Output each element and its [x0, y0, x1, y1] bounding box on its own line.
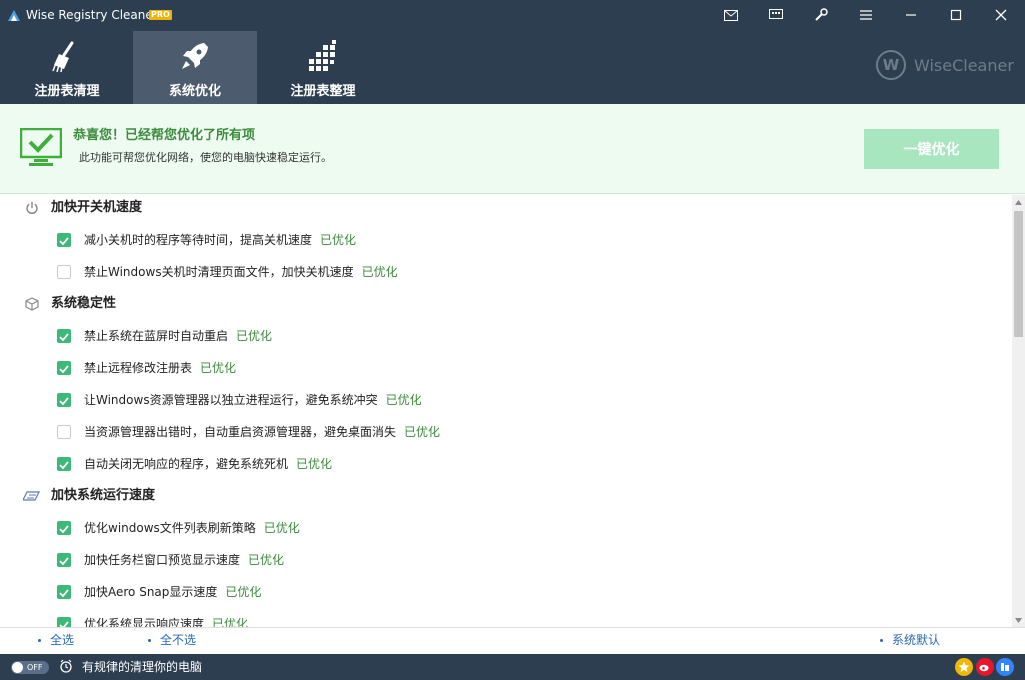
status-banner: 恭喜您！已经帮您优化了所有项 此功能可帮您优化网络，使您的电脑快速稳定运行。 一…	[0, 104, 1025, 194]
list-item[interactable]: 优化系统显示响应速度 已优化	[0, 609, 1012, 627]
list-item[interactable]: 当资源管理器出错时，自动重启资源管理器，避免桌面消失 已优化	[0, 417, 1012, 449]
one-click-optimize-button[interactable]: 一键优化	[864, 129, 999, 169]
checkbox[interactable]	[57, 617, 71, 627]
title-bar: Wise Registry Cleaner X PRO	[0, 0, 1025, 30]
checkbox[interactable]	[57, 457, 71, 471]
checkbox[interactable]	[57, 521, 71, 535]
wisecleaner-logo-icon: W	[876, 50, 906, 80]
star-icon[interactable]	[955, 658, 973, 676]
feedback-icon[interactable]	[766, 5, 786, 25]
item-label: 减小关机时的程序等待时间，提高关机速度	[84, 233, 313, 247]
list-item[interactable]: 优化windows文件列表刷新策略 已优化	[0, 513, 1012, 545]
vertical-scrollbar[interactable]	[1012, 195, 1025, 627]
banner-subtitle: 此功能可帮您优化网络，使您的电脑快速稳定运行。	[79, 151, 332, 164]
list-item[interactable]: 加快Aero Snap显示速度 已优化	[0, 577, 1012, 609]
mail-icon[interactable]	[721, 5, 741, 25]
list-item[interactable]: 禁止系统在蓝屏时自动重启 已优化	[0, 321, 1012, 353]
menu-icon[interactable]	[856, 5, 876, 25]
item-status: 已优化	[225, 585, 262, 599]
checkbox[interactable]	[57, 553, 71, 567]
item-label: 自动关闭无响应的程序，避免系统死机	[84, 457, 289, 471]
tab-registry-defrag-label: 注册表整理	[290, 84, 356, 99]
section-title: 加快系统运行速度	[51, 488, 156, 503]
cube-icon	[23, 296, 41, 312]
banner-title: 恭喜您！已经帮您优化了所有项	[73, 128, 256, 143]
checkbox[interactable]	[57, 425, 71, 439]
checkbox[interactable]	[57, 393, 71, 407]
status-bar: OFF 有规律的清理你的电脑	[0, 654, 1025, 680]
item-label: 加快任务栏窗口预览显示速度	[84, 553, 241, 567]
item-status: 已优化	[296, 457, 333, 471]
item-status: 已优化	[263, 521, 300, 535]
schedule-toggle[interactable]: OFF	[11, 661, 49, 674]
wisecleaner-name: WiseCleaner	[914, 55, 1014, 75]
pro-badge: PRO	[149, 10, 172, 20]
list-item[interactable]: 加快任务栏窗口预览显示速度 已优化	[0, 545, 1012, 577]
alarm-clock-icon	[60, 659, 72, 673]
maximize-icon[interactable]	[933, 0, 979, 30]
tab-registry-clean[interactable]: 注册表清理	[5, 31, 129, 104]
select-all-link[interactable]: 全选	[38, 633, 74, 648]
power-icon	[23, 200, 41, 216]
list-item[interactable]: 减小关机时的程序等待时间，提高关机速度 已优化	[0, 225, 1012, 257]
select-none-link[interactable]: 全不选	[148, 633, 196, 648]
tieba-icon[interactable]	[996, 658, 1014, 676]
optimization-list: 加快开关机速度 减小关机时的程序等待时间，提高关机速度 已优化 禁止Windows…	[0, 195, 1012, 627]
item-label: 禁止远程修改注册表	[84, 361, 193, 375]
monitor-check-icon	[20, 128, 62, 166]
item-label: 禁止Windows关机时清理页面文件，加快关机速度	[84, 265, 354, 279]
scroll-up-icon[interactable]	[1012, 195, 1025, 209]
checkbox[interactable]	[57, 361, 71, 375]
checkbox[interactable]	[57, 233, 71, 247]
section-header: 加快系统运行速度	[0, 481, 1012, 513]
scroll-thumb[interactable]	[1014, 211, 1023, 337]
close-icon[interactable]	[978, 0, 1024, 30]
item-label: 当资源管理器出错时，自动重启资源管理器，避免桌面消失	[84, 425, 397, 439]
tab-system-optimize[interactable]: 系统优化	[133, 31, 257, 104]
list-item[interactable]: 自动关闭无响应的程序，避免系统死机 已优化	[0, 449, 1012, 481]
list-item[interactable]: 禁止远程修改注册表 已优化	[0, 353, 1012, 385]
item-label: 优化windows文件列表刷新策略	[84, 521, 256, 535]
item-status: 已优化	[236, 329, 273, 343]
section-header: 系统稳定性	[0, 289, 1012, 321]
wisecleaner-brand[interactable]: W WiseCleaner	[876, 50, 1014, 80]
item-label: 禁止系统在蓝屏时自动重启	[84, 329, 229, 343]
toggle-label: OFF	[27, 663, 43, 672]
tools-icon[interactable]	[811, 5, 831, 25]
item-label: 让Windows资源管理器以独立进程运行，避免系统冲突	[84, 393, 378, 407]
item-label: 加快Aero Snap显示速度	[84, 585, 218, 599]
checkbox[interactable]	[57, 329, 71, 343]
rocket-icon	[133, 39, 257, 73]
broom-icon	[5, 39, 129, 73]
app-logo-icon	[8, 10, 20, 21]
item-status: 已优化	[404, 425, 441, 439]
tab-registry-clean-label: 注册表清理	[34, 84, 100, 99]
item-status: 已优化	[248, 553, 285, 567]
section-title: 系统稳定性	[51, 296, 117, 311]
schedule-text: 有规律的清理你的电脑	[82, 660, 203, 674]
scroll-down-icon[interactable]	[1012, 613, 1025, 627]
list-item[interactable]: 让Windows资源管理器以独立进程运行，避免系统冲突 已优化	[0, 385, 1012, 417]
item-status: 已优化	[200, 361, 237, 375]
defrag-icon	[261, 39, 385, 73]
item-status: 已优化	[361, 265, 398, 279]
list-item[interactable]: 禁止Windows关机时清理页面文件，加快关机速度 已优化	[0, 257, 1012, 289]
header: Wise Registry Cleaner X PRO 注册表清理 系统优化 注…	[0, 0, 1025, 104]
tab-registry-defrag[interactable]: 注册表整理	[261, 31, 385, 104]
item-label: 优化系统显示响应速度	[84, 617, 205, 627]
list-footer: 全选 全不选 系统默认	[0, 627, 1025, 654]
minimize-icon[interactable]	[888, 0, 934, 30]
app-window: Wise Registry Cleaner X PRO 注册表清理 系统优化 注…	[0, 0, 1025, 680]
section-title: 加快开关机速度	[51, 200, 143, 215]
speed-icon	[23, 488, 41, 504]
item-status: 已优化	[320, 233, 357, 247]
section-header: 加快开关机速度	[0, 195, 1012, 225]
item-status: 已优化	[212, 617, 249, 627]
checkbox[interactable]	[57, 585, 71, 599]
item-status: 已优化	[385, 393, 422, 407]
system-default-link[interactable]: 系统默认	[880, 633, 940, 648]
checkbox[interactable]	[57, 265, 71, 279]
weibo-icon[interactable]	[976, 658, 994, 676]
tab-system-optimize-label: 系统优化	[168, 84, 221, 99]
